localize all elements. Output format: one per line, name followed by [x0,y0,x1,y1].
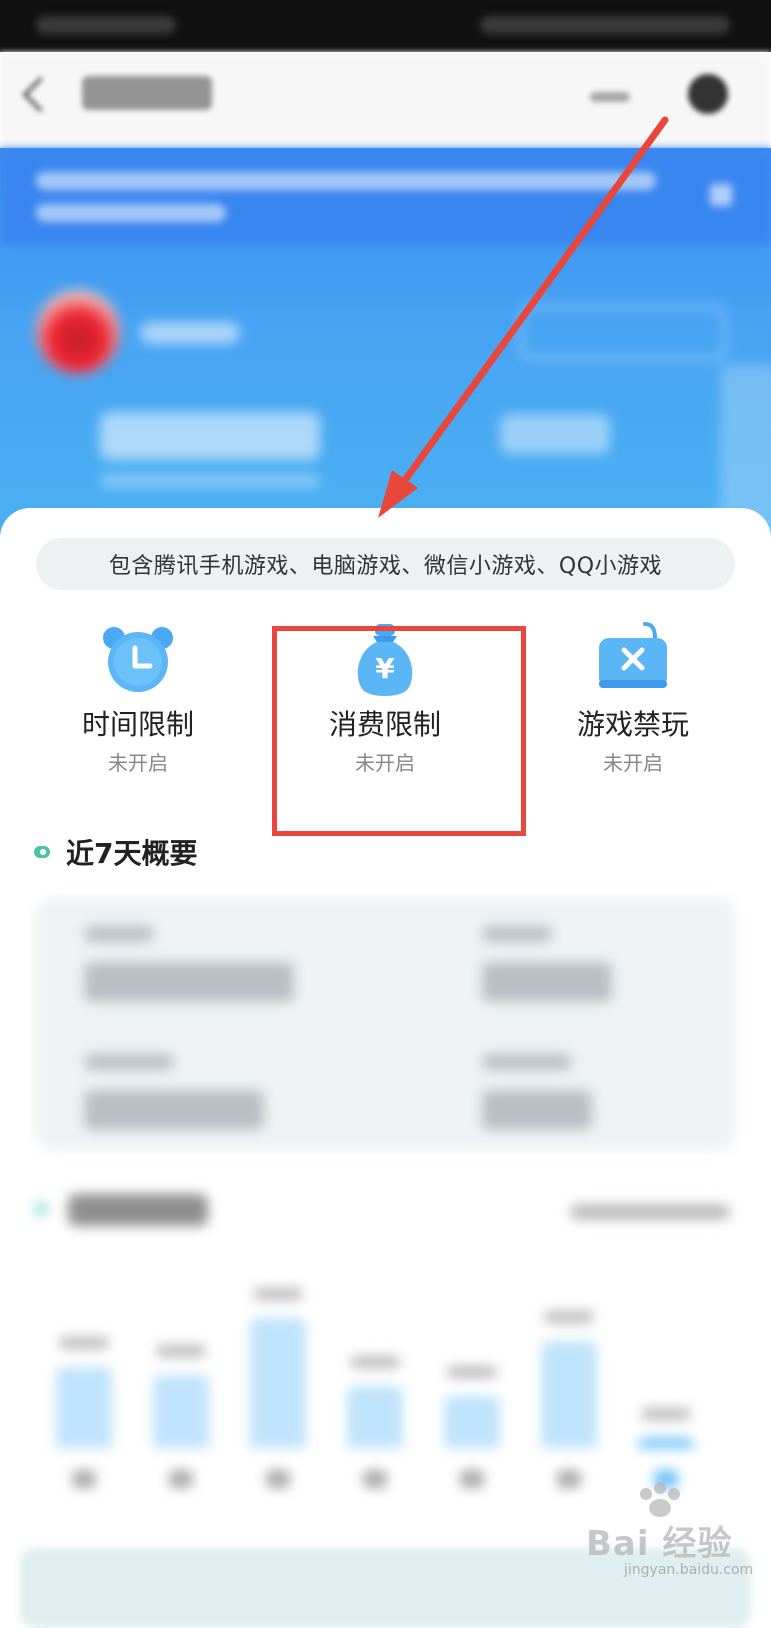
watermark: Bai 经验 jingyan.baidu.com [580,1480,760,1590]
summary-stat-label [482,1054,572,1070]
summary-stat-label [482,926,552,942]
usage-bar-chart [30,1248,740,1508]
trend-heading [34,1190,234,1230]
chart-bar-label [59,1337,109,1350]
chart-bar-label [447,1366,497,1378]
trend-title [68,1194,208,1226]
feature-status: 未开启 [603,751,663,775]
back-arrow-icon[interactable] [22,76,59,113]
alarm-clock-icon [98,620,178,700]
notice-banner [0,148,771,244]
more-menu-icon[interactable] [590,92,630,102]
app-header [0,52,771,148]
chart-bar [153,1375,209,1448]
chart-bar-label [156,1345,206,1358]
summary-stat-label [84,926,154,942]
notice-line [36,204,226,222]
notice-line [36,172,656,190]
chart-bar-label [544,1311,594,1324]
chart-bar [541,1341,597,1448]
chart-bar [444,1396,500,1448]
switch-account-button[interactable] [520,306,726,360]
chart-bar [638,1438,694,1448]
section-dot-icon [34,1202,48,1216]
chart-bar [347,1385,403,1448]
chart-bar-label [350,1355,400,1368]
chart-day-label [460,1470,484,1488]
summary-card [36,898,735,1150]
close-icon[interactable] [710,184,732,206]
trend-range-toggle[interactable] [570,1204,730,1220]
controls-sheet: 包含腾讯手机游戏、电脑游戏、微信小游戏、QQ小游戏 时间限制 未开启 ¥ 消费限… [0,508,771,1628]
chart-day-label [169,1470,193,1488]
feature-label: 游戏禁玩 [576,708,689,741]
time-limit-card[interactable]: 时间限制 未开启 [28,620,248,776]
header-title [82,76,212,110]
chart-bar [56,1367,112,1448]
watermark-url: jingyan.baidu.com [624,1562,754,1578]
chart-day-label [72,1470,96,1488]
summary-heading: 近7天概要 [34,832,197,872]
status-right-info [480,16,730,34]
child-name [140,322,240,344]
chart-bar-label [253,1288,303,1300]
summary-stat-value [84,1090,264,1130]
account-panel [0,148,771,664]
paw-logo-icon [640,1482,680,1517]
summary-title: 近7天概要 [66,837,198,870]
summary-stat-value [482,962,612,1002]
chart-day-label [363,1470,387,1488]
status-left-info [36,16,176,34]
header-avatar[interactable] [688,74,728,114]
spending-limit-highlight [272,626,526,836]
scope-banner: 包含腾讯手机游戏、电脑游戏、微信小游戏、QQ小游戏 [36,538,735,590]
feature-status: 未开启 [108,751,168,775]
profile-subline [100,474,320,488]
gamepad-block-icon [593,620,673,700]
watermark-text: Bai 经验 [586,1524,733,1564]
summary-stat-label [84,1054,174,1070]
section-dot-icon [34,846,50,858]
feature-label: 时间限制 [81,708,194,741]
summary-stat-value [84,962,294,1002]
chart-bar-label [641,1408,691,1420]
chart-bar [250,1318,306,1448]
game-ban-card[interactable]: 游戏禁玩 未开启 [523,620,743,776]
profile-stat [500,414,610,454]
profile-headline [100,412,320,460]
status-bar [0,0,771,52]
child-avatar[interactable] [36,290,120,374]
chart-day-label [557,1470,581,1488]
chart-day-label [266,1470,290,1488]
summary-stat-value [482,1090,592,1130]
